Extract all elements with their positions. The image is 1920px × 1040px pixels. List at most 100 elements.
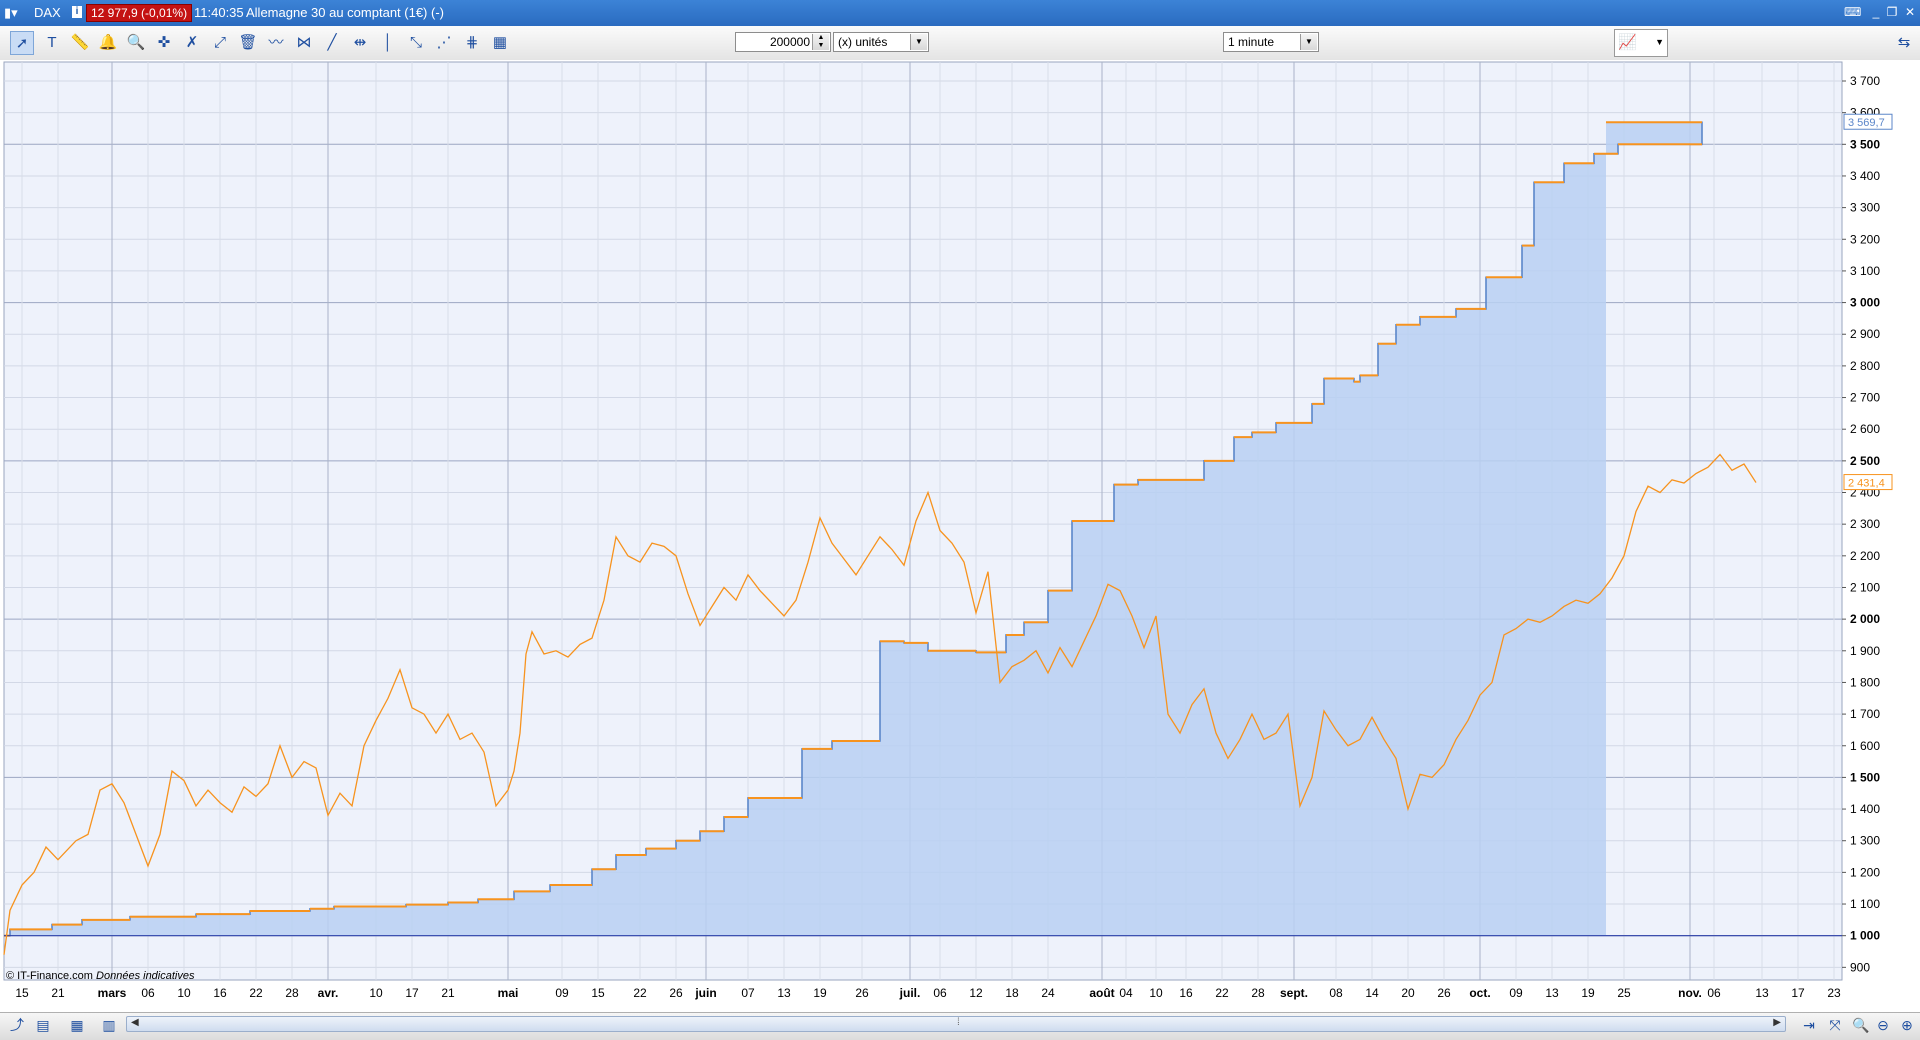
chevron-down-icon: ▼ bbox=[1655, 37, 1664, 47]
cursor-sync-icon[interactable]: ⤢ bbox=[208, 31, 232, 55]
pointer-tool-icon[interactable]: ➚ bbox=[10, 31, 34, 55]
y-tick-label: 2 800 bbox=[1850, 359, 1880, 373]
chevron-down-icon[interactable]: ▼ bbox=[1300, 34, 1317, 50]
chart-type-button[interactable]: 📈 ▼ bbox=[1614, 29, 1668, 57]
x-tick-label: 16 bbox=[1179, 986, 1193, 1000]
minimize-icon[interactable]: _ bbox=[1868, 5, 1884, 19]
alert-bell-icon[interactable]: 🔔 bbox=[96, 31, 120, 55]
x-tick-label: 06 bbox=[933, 986, 947, 1000]
horizontal-line-icon[interactable]: ⇹ bbox=[348, 31, 372, 55]
trash-icon[interactable]: 🗑 bbox=[236, 31, 260, 55]
x-tick-label: sept. bbox=[1280, 986, 1308, 1000]
text-tool-icon[interactable]: T bbox=[40, 31, 64, 55]
x-tick-label: 15 bbox=[15, 986, 29, 1000]
symbol-label[interactable]: DAX bbox=[34, 5, 61, 20]
x-tick-label: 25 bbox=[1617, 986, 1631, 1000]
y-tick-label: 3 500 bbox=[1850, 137, 1880, 151]
scroll-left-icon[interactable]: ◀ bbox=[131, 1017, 139, 1028]
y-tick-label: 3 100 bbox=[1850, 264, 1880, 278]
x-tick-label: 16 bbox=[213, 986, 227, 1000]
x-tick-label: 13 bbox=[1545, 986, 1559, 1000]
zoom-out-icon[interactable]: ⊖ bbox=[1872, 1014, 1894, 1036]
y-tick-label: 3 700 bbox=[1850, 74, 1880, 88]
scroll-right-icon[interactable]: ▶ bbox=[1773, 1017, 1781, 1028]
equity-chart[interactable]: 900 1 000 1 100 1 200 1 300 1 400 1 500 1 600 1 … bbox=[0, 60, 1920, 1015]
scroll-end-icon[interactable]: ⇥ bbox=[1798, 1014, 1820, 1036]
x-tick-label: 26 bbox=[669, 986, 683, 1000]
x-tick-label: 20 bbox=[1401, 986, 1415, 1000]
x-tick-label: juil. bbox=[899, 986, 921, 1000]
side-panel-toggle-icon[interactable]: ⇆ bbox=[1892, 31, 1916, 55]
restore-icon[interactable]: ❐ bbox=[1884, 5, 1900, 19]
x-tick-label: 22 bbox=[1215, 986, 1229, 1000]
title-bar: ▮▾ DAX i 12 977,9 (-0,01%) 11:40:35 Alle… bbox=[0, 0, 1920, 26]
x-tick-label: nov. bbox=[1678, 986, 1702, 1000]
y-tick-label: 3 400 bbox=[1850, 169, 1880, 183]
crosshair-tool-icon[interactable]: ✗ bbox=[180, 31, 204, 55]
x-tick-label: 17 bbox=[405, 986, 419, 1000]
chart-area[interactable]: 900 1 000 1 100 1 200 1 300 1 400 1 500 1 600 1 … bbox=[0, 60, 1920, 1015]
x-tick-label: 15 bbox=[591, 986, 605, 1000]
x-tick-label: avr. bbox=[318, 986, 339, 1000]
x-tick-label: 22 bbox=[249, 986, 263, 1000]
indicator-tool-icon[interactable]: 〰 bbox=[264, 31, 288, 55]
last-value-label: 3 569,7 bbox=[1848, 117, 1885, 129]
x-tick-label: 06 bbox=[1707, 986, 1721, 1000]
x-tick-label: 28 bbox=[1251, 986, 1265, 1000]
vertical-line-icon[interactable]: │ bbox=[376, 31, 400, 55]
columns-icon[interactable]: ▥ bbox=[98, 1014, 120, 1036]
trendline-tool-icon[interactable]: ╱ bbox=[320, 31, 344, 55]
source-label: © IT-Finance.com Données indicatives bbox=[6, 970, 194, 982]
y-tick-label: 2 300 bbox=[1850, 517, 1880, 531]
table-icon[interactable]: ▦ bbox=[66, 1014, 88, 1036]
y-tick-label: 2 500 bbox=[1850, 454, 1880, 468]
x-tick-label: mai bbox=[498, 986, 519, 1000]
x-tick-label: 10 bbox=[369, 986, 383, 1000]
channel-tool-icon[interactable]: ⋰ bbox=[432, 31, 456, 55]
zoom-auto-icon[interactable]: 🔍 bbox=[1850, 1014, 1872, 1036]
source-note: Données indicatives bbox=[96, 970, 195, 982]
chevron-down-icon[interactable]: ▼ bbox=[910, 34, 927, 50]
calculator-icon[interactable]: ▤ bbox=[32, 1014, 54, 1036]
y-tick-label: 1 100 bbox=[1850, 897, 1880, 911]
time-scrollbar[interactable]: ◀ ⁞ ▶ bbox=[126, 1016, 1786, 1032]
y-tick-label: 2 900 bbox=[1850, 327, 1880, 341]
x-tick-label: 07 bbox=[741, 986, 755, 1000]
x-tick-label: 10 bbox=[177, 986, 191, 1000]
zoom-in-icon[interactable]: ⊕ bbox=[1896, 1014, 1918, 1036]
y-tick-label: 1 900 bbox=[1850, 644, 1880, 658]
x-tick-label: 28 bbox=[285, 986, 299, 1000]
pattern-tool-icon[interactable]: ⋈ bbox=[292, 31, 316, 55]
timeframe-select[interactable]: 1 minute ▼ bbox=[1223, 32, 1319, 52]
fibonacci-tool-icon[interactable]: ⋕ bbox=[460, 31, 484, 55]
y-tick-label: 2 600 bbox=[1850, 422, 1880, 436]
unit-select[interactable]: (x) unités ▼ bbox=[833, 32, 929, 52]
ray-tool-icon[interactable]: ⤡ bbox=[404, 31, 428, 55]
time-label: 11:40:35 bbox=[194, 5, 244, 20]
quantity-stepper[interactable]: ▲ ▼ bbox=[812, 34, 829, 50]
close-icon[interactable]: ✕ bbox=[1902, 5, 1918, 19]
y-tick-label: 2 100 bbox=[1850, 580, 1880, 594]
x-tick-label: juin bbox=[694, 986, 716, 1000]
fit-icon[interactable]: ⤧ bbox=[1824, 1014, 1846, 1036]
ruler-tool-icon[interactable]: 📏 bbox=[68, 31, 92, 55]
x-tick-label: 26 bbox=[855, 986, 869, 1000]
x-tick-label: 19 bbox=[813, 986, 827, 1000]
source-text: © IT-Finance.com bbox=[6, 970, 93, 982]
keyboard-icon[interactable]: ⌨ bbox=[1844, 5, 1861, 19]
scroll-grip-icon[interactable]: ⁞ bbox=[957, 1017, 960, 1028]
magnet-tool-icon[interactable]: ✜ bbox=[152, 31, 176, 55]
export-icon[interactable]: ⤴ bbox=[6, 1014, 28, 1036]
last-value-label: 2 431,4 bbox=[1848, 478, 1885, 490]
window-icon[interactable]: ▮▾ bbox=[4, 5, 18, 21]
zoom-tool-icon[interactable]: 🔍 bbox=[124, 31, 148, 55]
quantity-input[interactable]: 200000 ▲ ▼ bbox=[735, 32, 831, 52]
y-tick-label: 1 000 bbox=[1850, 929, 1880, 943]
x-tick-label: août bbox=[1089, 986, 1114, 1000]
y-tick-label: 1 300 bbox=[1850, 834, 1880, 848]
info-icon[interactable]: i bbox=[72, 6, 82, 18]
x-tick-label: 04 bbox=[1119, 986, 1133, 1000]
x-tick-label: 06 bbox=[141, 986, 155, 1000]
chart-settings-icon[interactable]: ▦ bbox=[488, 31, 512, 55]
x-tick-label: 08 bbox=[1329, 986, 1343, 1000]
